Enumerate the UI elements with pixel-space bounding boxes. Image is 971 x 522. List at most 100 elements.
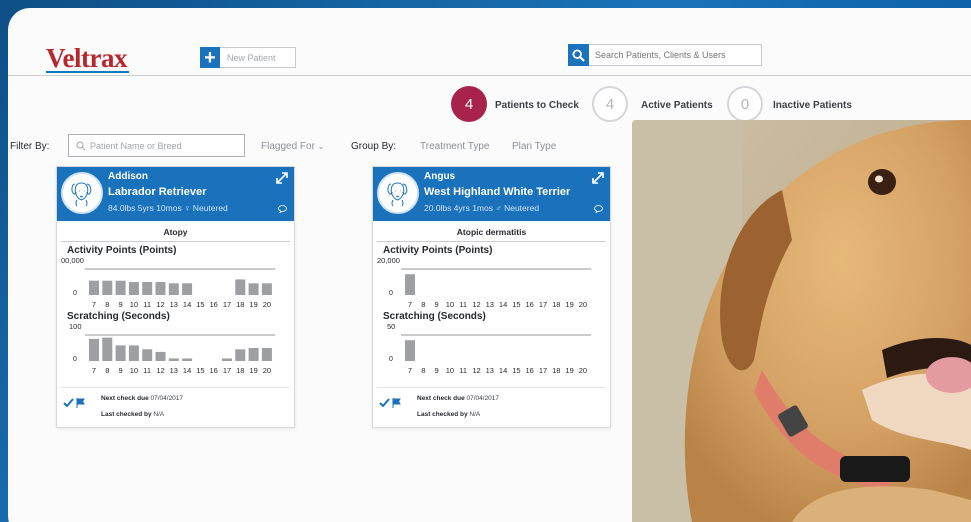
plus-icon: + [200, 47, 220, 68]
chart-bar [115, 280, 126, 295]
x-tick-label: 15 [512, 366, 520, 375]
x-tick-label: 16 [526, 300, 534, 309]
inactive-patients-label[interactable]: Inactive Patients [773, 100, 852, 111]
dog-icon [71, 182, 92, 207]
x-tick-label: 7 [92, 366, 96, 375]
activity-chart: 0 7 8 9 10 11 12 13 14 15 16 17 18 19 20 [389, 268, 592, 309]
flagged-for-dropdown[interactable]: Flagged For ⌄ [261, 141, 324, 152]
x-tick-label: 17 [539, 300, 547, 309]
x-tick-label: 19 [249, 366, 257, 375]
x-tick-label: 7 [408, 300, 412, 309]
chart-bar [115, 345, 126, 361]
x-tick-label: 19 [249, 300, 257, 309]
next-check-label: Next check due [101, 395, 149, 402]
chart-bar [235, 279, 246, 295]
comment-icon[interactable] [278, 205, 287, 213]
card-footer: Next check due 07/04/2017 Last checked b… [377, 387, 605, 423]
x-tick-label: 10 [130, 366, 138, 375]
patient-card[interactable]: Addison Labrador Retriever 84.0lbs 5yrs … [56, 166, 295, 428]
x-tick-label: 16 [526, 366, 534, 375]
x-tick-label: 10 [446, 300, 454, 309]
chart-bar [168, 283, 179, 295]
app-logo[interactable]: Veltrax [46, 45, 129, 73]
activity-chart: 0 7 8 9 10 11 12 13 14 15 16 17 18 19 20 [73, 268, 276, 309]
chart-bar [248, 283, 259, 295]
new-patient-button[interactable]: + New Patient [200, 47, 296, 68]
x-tick-label: 14 [183, 366, 191, 375]
patient-filter-input[interactable]: Patient Name or Breed [68, 134, 245, 157]
expand-icon[interactable] [592, 172, 604, 184]
x-tick-label: 13 [170, 300, 178, 309]
dog-avatar [377, 172, 419, 214]
x-tick-label: 8 [421, 300, 425, 309]
patient-info: 84.0lbs 5yrs 10mos ♀ Neutered [108, 203, 228, 213]
chart-bar [102, 280, 113, 295]
next-check-date: 07/04/2017 [466, 395, 500, 402]
patients-to-check-count[interactable]: 4 [451, 86, 487, 122]
chart-bar [89, 280, 99, 295]
last-checked-label: Last checked by [101, 411, 152, 418]
x-tick-label: 14 [499, 366, 507, 375]
comment-icon[interactable] [594, 205, 603, 213]
x-tick-label: 20 [263, 366, 271, 375]
patient-filter-placeholder: Patient Name or Breed [90, 140, 182, 151]
global-search-input[interactable] [589, 44, 762, 66]
group-by-label: Group By: [351, 141, 397, 152]
x-tick-label: 15 [512, 300, 520, 309]
activity-chart-title: Activity Points (Points) [67, 245, 177, 256]
card-actions [379, 398, 401, 408]
x-tick-label: 17 [223, 366, 231, 375]
x-tick-label: 7 [92, 300, 96, 309]
x-tick-label: 11 [143, 300, 151, 309]
chart-bar [168, 358, 179, 361]
x-tick-label: 14 [499, 300, 507, 309]
patient-card[interactable]: Angus West Highland White Terrier 20.0lb… [372, 166, 611, 428]
chart-bar [182, 283, 193, 295]
activity-chart-title: Activity Points (Points) [383, 245, 493, 256]
active-patients-count[interactable]: 4 [592, 86, 628, 122]
chevron-down-icon: ⌄ [317, 142, 325, 151]
dog-icon [387, 182, 408, 207]
next-check-label: Next check due [417, 395, 465, 402]
patient-name[interactable]: Angus [424, 171, 455, 182]
activity-y-max: 20,000 [377, 256, 400, 265]
x-tick-label: 16 [210, 366, 218, 375]
new-patient-label: New Patient [220, 47, 296, 68]
patients-to-check-label[interactable]: Patients to Check [495, 100, 579, 111]
chart-bar [261, 283, 272, 295]
chart-bar [405, 274, 415, 295]
x-tick-label: 18 [552, 300, 560, 309]
group-by-plan-type[interactable]: Plan Type [512, 141, 556, 152]
expand-icon[interactable] [276, 172, 288, 184]
x-tick-label: 8 [105, 300, 109, 309]
x-tick-label: 18 [236, 366, 244, 375]
search-button[interactable] [568, 44, 589, 66]
x-tick-label: 12 [156, 366, 164, 375]
scratching-chart-title: Scratching (Seconds) [383, 311, 486, 322]
search-icon [572, 48, 585, 62]
x-tick-label: 12 [472, 366, 480, 375]
patient-name[interactable]: Addison [108, 171, 148, 182]
filter-by-label: Filter By: [10, 141, 50, 152]
scratching-chart: 0 7 8 9 10 11 12 13 14 15 16 17 18 19 20 [389, 334, 592, 375]
scratching-chart-title: Scratching (Seconds) [67, 311, 170, 322]
chart-bar [155, 282, 166, 295]
y-zero-label: 0 [389, 356, 393, 363]
flag-icon[interactable] [392, 398, 401, 408]
search-icon [76, 141, 86, 150]
check-icon[interactable] [63, 398, 74, 407]
divider [377, 241, 606, 242]
top-bar: Veltrax + New Patient [8, 8, 971, 76]
flag-icon[interactable] [76, 398, 85, 408]
x-tick-label: 13 [170, 366, 178, 375]
x-tick-label: 13 [486, 300, 494, 309]
chart-bar [248, 348, 259, 361]
group-by-treatment-type[interactable]: Treatment Type [420, 141, 489, 152]
inactive-patients-count[interactable]: 0 [727, 86, 763, 122]
global-search [568, 44, 762, 66]
active-patients-label[interactable]: Active Patients [641, 100, 713, 111]
check-icon[interactable] [379, 398, 390, 407]
x-tick-label: 15 [196, 366, 204, 375]
card-actions [63, 398, 85, 408]
activity-y-max: 00,000 [61, 256, 84, 265]
